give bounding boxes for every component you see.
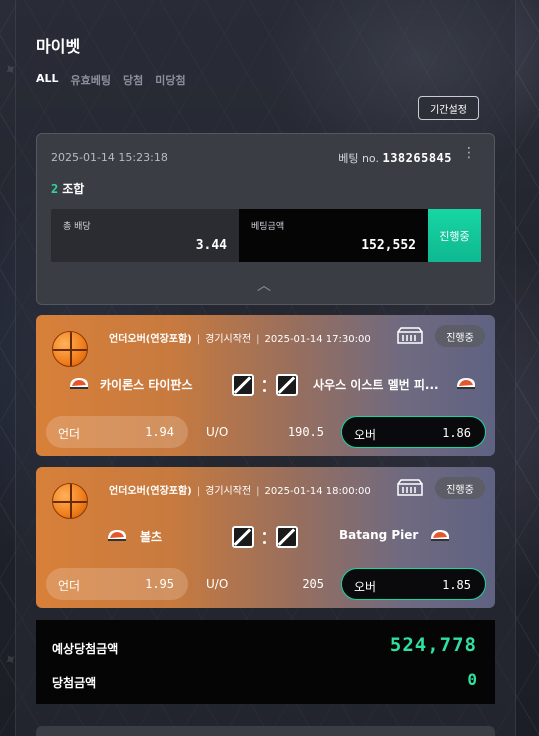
game-status-badge: 진행중 (435, 477, 485, 499)
score-separator (263, 380, 266, 383)
under-bet-button[interactable]: 언더 1.94 (46, 416, 188, 448)
tab-won[interactable]: 당첨 (123, 72, 143, 88)
away-score-icon (276, 526, 298, 548)
home-score-icon (232, 374, 254, 396)
home-score-icon (232, 526, 254, 548)
tab-valid-bets[interactable]: 유효베팅 (71, 72, 111, 88)
basketball-icon (52, 331, 88, 367)
chevron-up-icon[interactable]: ︿ (257, 275, 271, 295)
period-setting-button[interactable]: 기간설정 (418, 96, 479, 120)
expected-winnings-value: 524,778 (389, 634, 477, 656)
under-odds: 1.95 (145, 577, 174, 591)
page-title: 마이벳 (36, 37, 81, 56)
team-home-icon (70, 378, 88, 389)
expected-winnings-label: 예상당첨금액 (52, 642, 119, 656)
bet-number-value: 138265845 (382, 151, 452, 165)
over-odds: 1.85 (442, 578, 471, 592)
uo-line: 205 (302, 577, 324, 591)
tab-lost[interactable]: 미당첨 (155, 72, 185, 88)
score-separator (263, 389, 266, 392)
bet-amount-value: 152,552 (361, 238, 416, 253)
market-name: 언더오버(연장포함) (109, 486, 192, 497)
total-odds-value: 3.44 (195, 238, 227, 253)
uo-label: U/O (206, 577, 229, 591)
over-label: 오버 (354, 580, 377, 594)
game-info: 언더오버(연장포함) | 경기시작전 | 2025-01-14 18:00:00 (109, 486, 371, 497)
away-score-icon (276, 374, 298, 396)
total-odds-box: 총 배당 3.44 (51, 209, 239, 262)
team-away-icon (457, 378, 475, 389)
total-odds-label: 총 배당 (63, 222, 91, 232)
status-badge: 진행중 (428, 209, 481, 262)
over-bet-button[interactable]: 오버 1.86 (341, 416, 486, 448)
bet-number: 베팅 no. 138265845 (338, 150, 452, 166)
under-label: 언더 (58, 427, 81, 441)
under-bet-button[interactable]: 언더 1.95 (46, 568, 188, 600)
under-odds: 1.94 (145, 425, 174, 439)
team-home-icon (108, 530, 126, 541)
team-away-name: Batang Pier (339, 528, 419, 542)
over-odds: 1.86 (442, 426, 471, 440)
game-card: 언더오버(연장포함) | 경기시작전 | 2025-01-14 17:30:00 진행중… (36, 315, 495, 456)
game-info: 언더오버(연장포함) | 경기시작전 | 2025-01-14 17:30:00 (109, 334, 371, 345)
winnings-summary: 예상당첨금액 524,778 당첨금액 0 (36, 620, 495, 704)
under-label: 언더 (58, 579, 81, 593)
team-away-icon (431, 530, 449, 541)
bet-number-label: 베팅 no. (338, 152, 379, 165)
combo-number: 2 (51, 182, 59, 196)
market-name: 언더오버(연장포함) (109, 334, 192, 345)
winnings-value: 0 (467, 670, 477, 689)
stadium-icon (397, 479, 423, 496)
more-options-icon[interactable]: ⋮ (462, 146, 476, 160)
bet-summary-card: 2025-01-14 15:23:18 베팅 no. 138265845 ⋮ 2… (36, 133, 495, 305)
tab-all[interactable]: ALL (36, 72, 59, 88)
bet-amount-box: 베팅금액 152,552 (239, 209, 428, 262)
over-bet-button[interactable]: 오버 1.85 (341, 568, 486, 600)
game-card: 언더오버(연장포함) | 경기시작전 | 2025-01-14 18:00:00 진행중… (36, 467, 495, 608)
stadium-icon (397, 327, 423, 344)
combo-label: 조합 (62, 182, 85, 196)
basketball-icon (52, 483, 88, 519)
start-label: 경기시작전 (205, 486, 252, 497)
team-away-name: 사우스 이스트 멜번 피... (313, 378, 439, 392)
bet-amount-label: 베팅금액 (251, 222, 285, 232)
game-datetime: 2025-01-14 18:00:00 (264, 486, 371, 497)
start-label: 경기시작전 (205, 334, 252, 345)
uo-line: 190.5 (287, 425, 324, 439)
game-status-badge: 진행중 (435, 325, 485, 347)
team-home-name: 카이론스 타이판스 (100, 378, 193, 392)
next-bet-card (36, 726, 495, 736)
game-datetime: 2025-01-14 17:30:00 (264, 334, 371, 345)
bet-date: 2025-01-14 15:23:18 (51, 151, 168, 164)
winnings-label: 당첨금액 (52, 676, 97, 690)
combo-count: 2 조합 (51, 180, 84, 197)
score-separator (263, 541, 266, 544)
score-separator (263, 532, 266, 535)
over-label: 오버 (354, 428, 377, 442)
filter-tabs: ALL 유효베팅 당첨 미당첨 (36, 72, 186, 88)
uo-label: U/O (206, 425, 229, 439)
team-home-name: 볼츠 (140, 530, 163, 544)
